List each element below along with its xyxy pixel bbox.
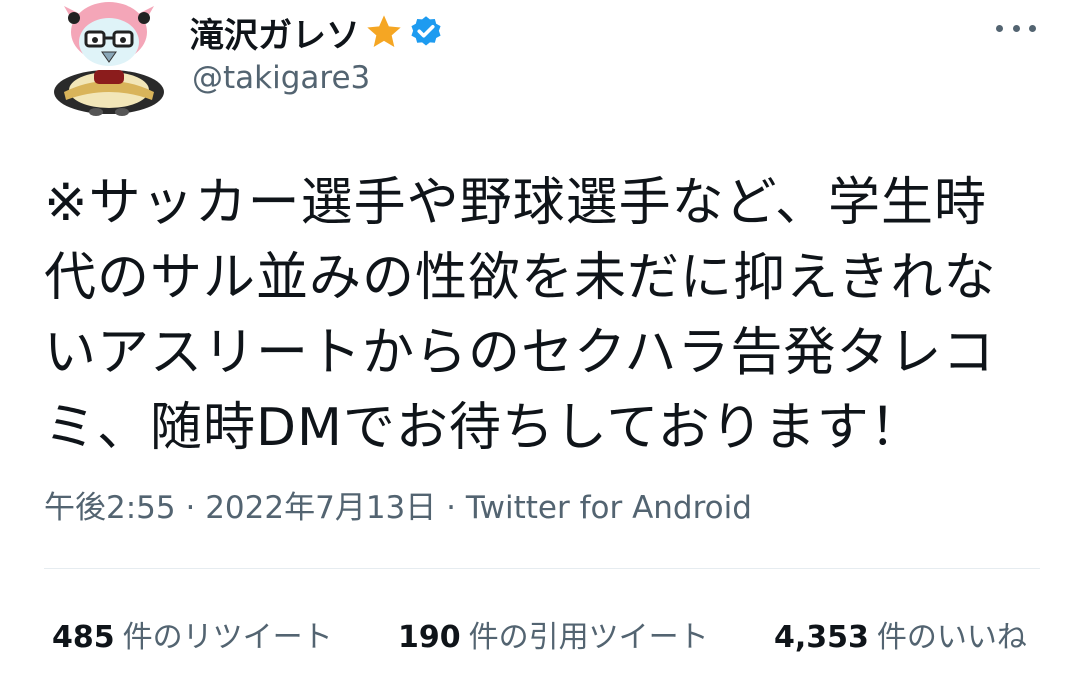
tweet-text-line: ミ、随時DMでお待ちしております！ [44,398,923,458]
likes-count: 4,353 [774,620,869,655]
display-name[interactable]: 滝沢ガレソ [190,8,360,57]
tweet-text: ※サッカー選手や野球選手など、学生時 代のサル並みの性欲を未だに抑えきれな いア… [44,166,1044,466]
retweets-label: 件のリツイート [122,620,333,655]
tweet-time[interactable]: 午後2:55 [44,490,176,526]
retweets-stat[interactable]: 485 件のリツイート [52,612,333,656]
likes-stat[interactable]: 4,353 件のいいね [774,612,1027,656]
tweet-text-line: いアスリートからのセクハラ告発タレコ [44,323,996,383]
more-options-button[interactable] [996,16,1036,40]
quotes-count: 190 [398,620,461,655]
avatar[interactable] [44,0,174,118]
star-icon [364,12,404,52]
tweet-date[interactable]: 2022年7月13日 [205,490,436,526]
verified-badge-icon [408,14,444,50]
tweet-text-line: 代のサル並みの性欲を未だに抑えきれな [44,248,997,308]
tweet-text-line: ※サッカー選手や野球選手など、学生時 [44,173,987,233]
more-dot-icon [1029,24,1036,32]
tweet-meta: 午後2:55 · 2022年7月13日 · Twitter for Androi… [44,482,752,527]
user-handle[interactable]: @takigare3 [192,60,370,96]
avatar-illustration [54,2,164,116]
quote-tweets-stat[interactable]: 190 件の引用ツイート [398,612,709,656]
more-dot-icon [996,24,1003,32]
more-dot-icon [1012,24,1020,32]
display-name-row[interactable]: 滝沢ガレソ [190,8,444,56]
tweet-detail: 滝沢ガレソ @takigare3 ※サッカー選手や野球選手など、学生時 代のサル… [0,0,1080,698]
meta-separator: · [446,490,456,526]
meta-separator: · [185,490,196,526]
divider [44,568,1040,569]
tweet-source[interactable]: Twitter for Android [466,490,752,526]
quotes-label: 件の引用ツイート [468,620,709,655]
retweets-count: 485 [52,620,115,655]
likes-label: 件のいいね [876,620,1027,655]
tweet-stats: 485 件のリツイート 190 件の引用ツイート 4,353 件のいいね [52,612,1042,656]
